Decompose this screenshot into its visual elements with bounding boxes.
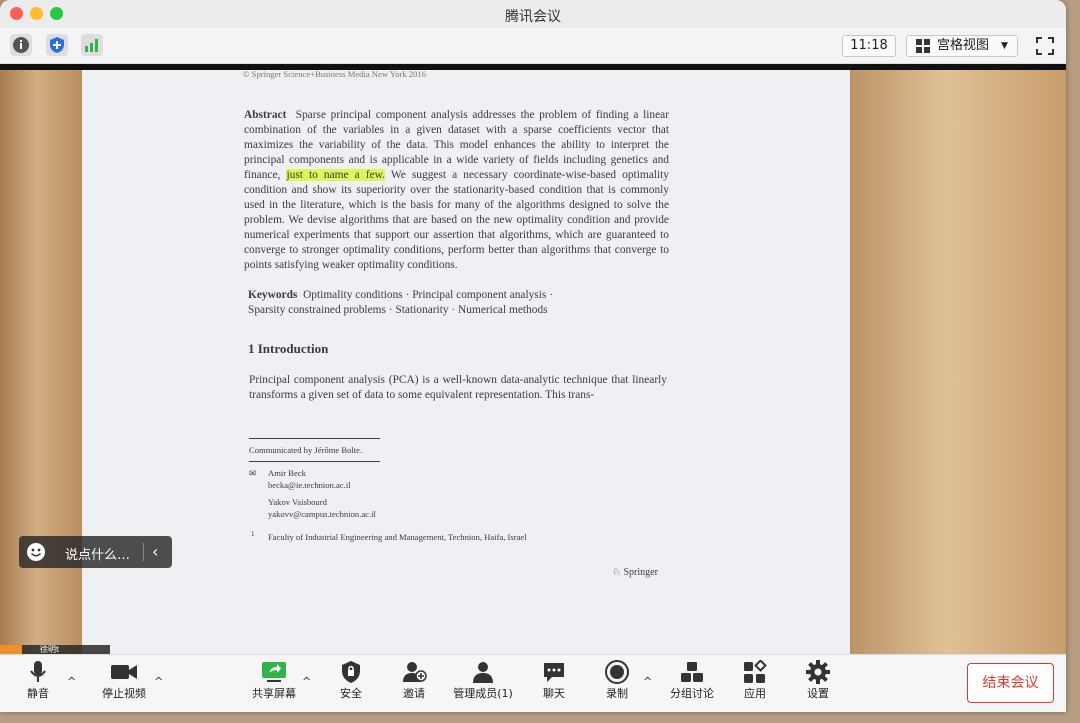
communicated-by: Communicated by Jérôme Bolte. (249, 445, 363, 455)
abstract-highlight: just to name a few. (286, 169, 386, 181)
breakout-rooms-button[interactable]: 分组讨论 (668, 659, 716, 701)
abstract-paragraph: Abstract Sparse principal component anal… (244, 108, 669, 273)
meeting-top-toolbar: 11:18 宫格视图 ▼ (0, 28, 1066, 64)
footnote-rule-bottom (249, 461, 380, 462)
shield-icon (50, 37, 64, 53)
breakout-icon (681, 662, 703, 682)
add-person-icon (403, 662, 427, 682)
microphone-icon (30, 661, 46, 682)
chevron-down-icon: ▼ (1001, 41, 1008, 51)
meeting-clock: 11:18 (842, 35, 896, 57)
author2-email: yakovv@campus.technion.ac.il (268, 509, 376, 519)
abstract-label: Abstract (244, 109, 287, 121)
signal-bars-icon (85, 39, 98, 52)
keywords-block: Keywords Optimality conditions · Princip… (248, 288, 668, 318)
settings-button[interactable]: 设置 (802, 659, 834, 701)
keywords-line-2: Sparsity constrained problems · Stationa… (248, 304, 548, 316)
video-camera-icon (111, 665, 137, 679)
security-button[interactable]: 安全 (334, 659, 368, 701)
record-options-caret[interactable]: ^ (643, 675, 652, 688)
gear-icon (806, 660, 830, 684)
title-bar: 腾讯会议 (0, 0, 1066, 28)
share-screen-icon (262, 662, 286, 682)
abstract-text-2: We suggest a necessary coordinate-wise-b… (244, 169, 669, 271)
security-label: 安全 (340, 687, 362, 700)
author1-email: becka@ie.technion.ac.il (268, 480, 351, 490)
fullscreen-button[interactable] (1034, 35, 1056, 57)
grid-view-icon (916, 39, 930, 53)
springer-logo: ♘ Springer (612, 567, 658, 578)
author1-name: Amir Beck (268, 468, 306, 478)
mute-label: 静音 (27, 687, 49, 700)
copyright-line: © Springer Science+Business Media New Yo… (243, 69, 426, 79)
stop-video-button[interactable]: 停止视频 (98, 659, 150, 701)
record-label: 录制 (606, 687, 628, 700)
security-shield-icon (342, 661, 360, 683)
invite-label: 邀请 (403, 687, 425, 700)
participant-name: 徐明t (40, 645, 60, 654)
chat-label: 聊天 (543, 687, 565, 700)
apps-button[interactable]: 应用 (739, 659, 771, 701)
apps-label: 应用 (744, 687, 766, 700)
manage-members-button[interactable]: 管理成员(1) (452, 659, 514, 701)
participant-avatar-icon (0, 645, 22, 654)
view-mode-dropdown[interactable]: 宫格视图 ▼ (906, 35, 1018, 57)
chat-divider (143, 543, 144, 561)
video-options-caret[interactable]: ^ (154, 675, 163, 688)
participant-name-tag: 徐明t (0, 645, 110, 654)
chat-overlay[interactable]: 说点什么… ‹ (19, 536, 172, 568)
meeting-control-bar: 静音 ^ 停止视频 ^ 共享屏幕 ^ 安全 邀请 管理成员(1) 聊天 录制 ^… (0, 654, 1066, 712)
view-mode-label: 宫格视图 (937, 38, 990, 53)
end-meeting-button[interactable]: 结束会议 (967, 663, 1054, 703)
apps-icon (744, 660, 767, 683)
chat-button[interactable]: 聊天 (538, 659, 570, 701)
meeting-info-button[interactable] (10, 34, 32, 56)
publisher-name: Springer (623, 567, 658, 578)
members-icon (473, 662, 493, 683)
affiliation: Faculty of Industrial Engineering and Ma… (268, 532, 527, 542)
chat-input-placeholder[interactable]: 说点什么… (65, 544, 130, 563)
intro-heading: 1 Introduction (248, 341, 329, 356)
share-screen-label: 共享屏幕 (252, 687, 296, 700)
stop-video-label: 停止视频 (102, 687, 146, 700)
share-screen-button[interactable]: 共享屏幕 (250, 659, 298, 701)
window-title: 腾讯会议 (505, 9, 561, 25)
author2-name: Yakov Vaisbourd (268, 497, 327, 507)
footnote-mark: 1 (251, 530, 255, 538)
audio-options-caret[interactable]: ^ (67, 675, 76, 688)
fullscreen-icon (1036, 37, 1054, 55)
share-options-caret[interactable]: ^ (302, 675, 311, 688)
intro-paragraph: Principal component analysis (PCA) is a … (249, 374, 667, 401)
mute-button[interactable]: 静音 (22, 659, 54, 701)
network-signal-button[interactable] (81, 34, 103, 56)
invite-button[interactable]: 邀请 (398, 659, 430, 701)
footnote-rule-top (249, 438, 380, 439)
breakout-rooms-label: 分组讨论 (670, 687, 714, 700)
envelope-icon: ✉ (249, 468, 257, 478)
settings-label: 设置 (807, 687, 829, 700)
emoji-icon[interactable] (26, 542, 46, 562)
info-icon (13, 37, 29, 53)
chat-bubble-icon (544, 663, 564, 682)
springer-horse-icon: ♘ (612, 567, 621, 578)
collapse-chevron-icon[interactable]: ‹ (152, 542, 158, 561)
record-icon (605, 660, 629, 684)
keywords-label: Keywords (248, 289, 298, 301)
desk-right-surface (848, 64, 1066, 654)
manage-members-label: 管理成员(1) (453, 687, 513, 700)
meeting-window: 腾讯会议 11:18 宫格视图 ▼ © Springer Science+Bus… (0, 0, 1066, 712)
shared-video-area: © Springer Science+Business Media New Yo… (0, 64, 1066, 654)
record-button[interactable]: 录制 (601, 659, 633, 701)
keywords-line-1: Optimality conditions · Principal compon… (303, 289, 553, 301)
security-shield-button[interactable] (46, 34, 68, 56)
